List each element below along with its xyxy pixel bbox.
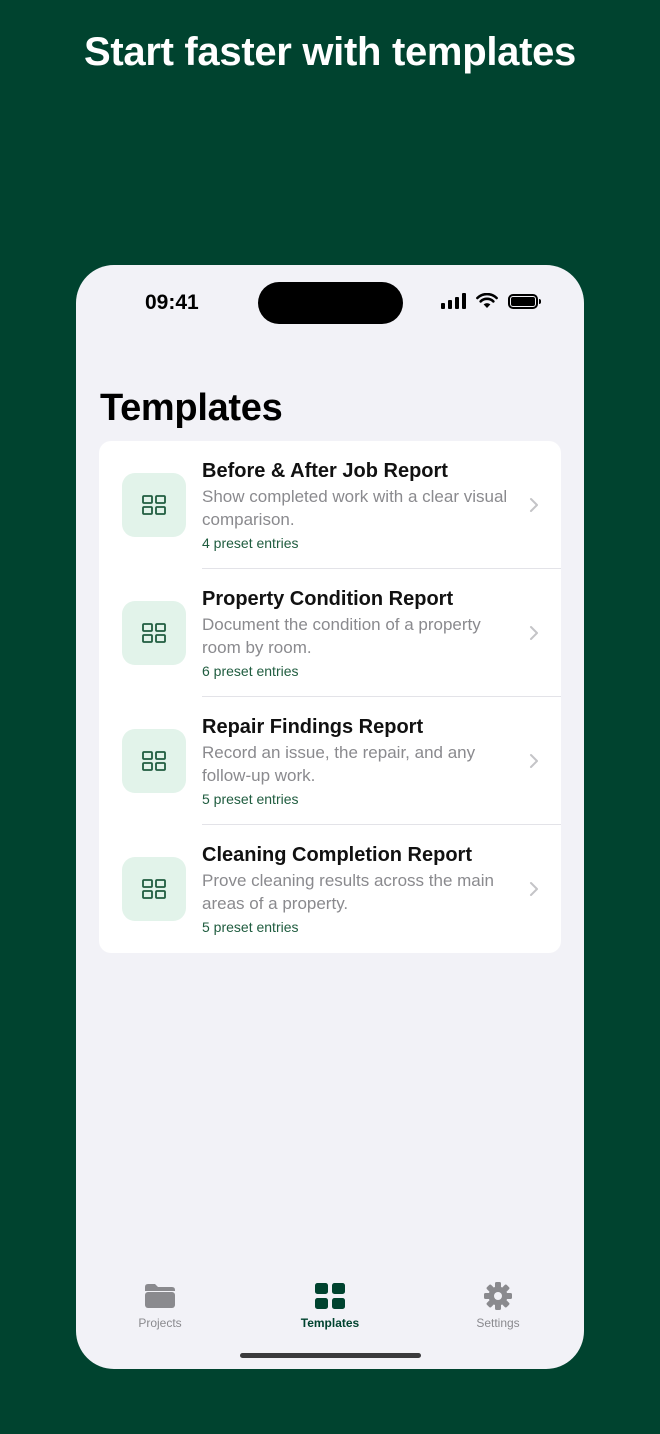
- template-row-repair-findings[interactable]: Repair Findings Report Record an issue, …: [99, 697, 561, 825]
- template-grid-icon: [122, 601, 186, 665]
- template-description: Show completed work with a clear visual …: [202, 487, 508, 529]
- chevron-right-icon: [530, 754, 538, 768]
- cellular-signal-icon: [441, 293, 466, 309]
- template-grid-icon: [122, 729, 186, 793]
- template-grid-icon: [122, 857, 186, 921]
- folder-icon: [145, 1284, 175, 1308]
- template-row-cleaning-completion[interactable]: Cleaning Completion Report Prove cleanin…: [99, 825, 561, 953]
- tab-label: Templates: [300, 1316, 360, 1330]
- template-entry-count: 6 preset entries: [202, 663, 299, 679]
- tab-bar: Projects Templates Settings: [76, 1280, 584, 1340]
- tab-projects[interactable]: Projects: [100, 1280, 220, 1330]
- tab-templates[interactable]: Templates: [270, 1280, 390, 1330]
- template-title: Property Condition Report: [202, 588, 454, 610]
- tab-label: Settings: [476, 1316, 520, 1330]
- template-title: Repair Findings Report: [202, 716, 424, 738]
- gear-icon: [484, 1282, 512, 1310]
- status-icons: [441, 293, 541, 309]
- marketing-headline: Start faster with templates: [83, 30, 577, 74]
- status-time: 09:41: [145, 291, 199, 314]
- template-description: Record an issue, the repair, and any fol…: [202, 743, 476, 785]
- template-row-before-after[interactable]: Before & After Job Report Show completed…: [99, 441, 561, 569]
- home-indicator: [240, 1353, 421, 1358]
- chevron-right-icon: [530, 882, 538, 896]
- template-entry-count: 4 preset entries: [202, 535, 299, 551]
- template-grid-icon: [122, 473, 186, 537]
- chevron-right-icon: [530, 498, 538, 512]
- templates-list: Before & After Job Report Show completed…: [99, 441, 561, 953]
- wifi-icon: [476, 293, 498, 308]
- page-title: Templates: [100, 387, 283, 429]
- template-entry-count: 5 preset entries: [202, 919, 299, 935]
- grid-icon: [315, 1283, 345, 1309]
- tab-label: Projects: [138, 1316, 182, 1330]
- battery-icon: [508, 293, 541, 309]
- dynamic-island: [258, 282, 403, 324]
- template-description: Prove cleaning results across the main a…: [202, 871, 494, 913]
- template-title: Before & After Job Report: [202, 460, 448, 482]
- phone-screen: 09:41 Templates Before & After Job Repor…: [76, 265, 584, 1369]
- template-title: Cleaning Completion Report: [202, 844, 472, 866]
- template-row-property-condition[interactable]: Property Condition Report Document the c…: [99, 569, 561, 697]
- template-entry-count: 5 preset entries: [202, 791, 299, 807]
- tab-settings[interactable]: Settings: [438, 1280, 558, 1330]
- template-description: Document the condition of a property roo…: [202, 615, 481, 657]
- chevron-right-icon: [530, 626, 538, 640]
